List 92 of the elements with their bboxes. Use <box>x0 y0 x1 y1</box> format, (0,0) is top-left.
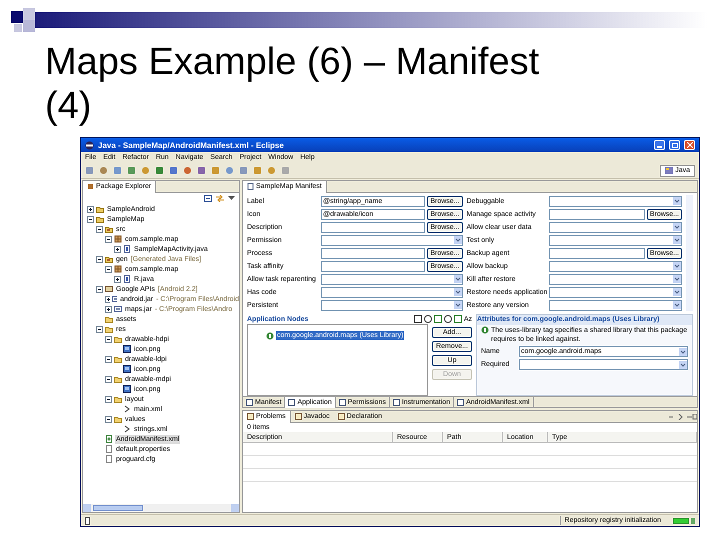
dropdown-arrow-icon <box>673 301 681 309</box>
dropdown-field[interactable] <box>548 286 682 298</box>
dropdown-arrow-icon <box>454 275 462 283</box>
xml-file-icon <box>123 425 131 433</box>
image-file-icon <box>123 365 131 373</box>
progress-icon <box>673 518 695 524</box>
collapse-toggle-icon[interactable] <box>105 376 112 382</box>
slide-title: Maps Example (6) – Manifest (4) <box>45 40 540 128</box>
collapse-toggle-icon[interactable] <box>105 396 112 402</box>
horizontal-scrollbar[interactable] <box>83 504 239 512</box>
expand-toggle-icon[interactable] <box>105 306 112 312</box>
page-icon <box>392 398 400 406</box>
java-file-icon <box>123 275 131 283</box>
dropdown-field[interactable] <box>548 196 682 206</box>
library-node-icon <box>481 326 489 334</box>
dropdown-field[interactable] <box>548 274 682 284</box>
collapse-toggle-icon[interactable] <box>96 226 103 232</box>
dropdown-arrow-icon <box>673 288 681 296</box>
xml-file-icon <box>123 405 131 413</box>
dropdown-arrow-icon <box>454 236 462 244</box>
maximize-button[interactable] <box>669 140 680 150</box>
manifest-file-icon <box>105 435 113 443</box>
source-folder-icon <box>105 225 113 233</box>
collapse-toggle-icon[interactable] <box>96 286 103 292</box>
collapse-toggle-icon[interactable] <box>96 326 103 332</box>
dropdown-arrow-icon <box>454 288 462 296</box>
input-field[interactable] <box>321 260 426 272</box>
library-icon <box>105 285 113 293</box>
collapse-toggle-icon[interactable] <box>105 236 112 242</box>
view-icon <box>338 413 345 420</box>
view-menu-icon[interactable] <box>228 196 235 201</box>
dropdown-arrow-icon <box>673 223 681 231</box>
folder-icon <box>114 375 122 383</box>
expand-toggle-icon[interactable] <box>87 206 94 212</box>
dropdown-field[interactable] <box>321 286 462 298</box>
folder-icon <box>114 395 122 403</box>
collapse-toggle-icon[interactable] <box>105 336 112 342</box>
dropdown-field[interactable] <box>321 234 462 246</box>
view-icon <box>294 413 302 420</box>
perspective-icon <box>665 167 674 174</box>
dropdown-arrow-icon <box>454 301 462 309</box>
dropdown-arrow-icon <box>673 197 681 205</box>
input-field[interactable] <box>548 208 645 220</box>
dropdown-arrow-icon <box>673 275 681 283</box>
window-title: Java - SampleMap/AndroidManifest.xml - Eclipse <box>98 140 284 150</box>
page-icon <box>457 398 464 406</box>
dropdown-field[interactable] <box>321 300 462 310</box>
input-field[interactable] <box>321 222 426 232</box>
collapse-all-icon[interactable] <box>204 195 212 202</box>
folder-icon <box>114 355 122 363</box>
jar-icon <box>114 305 122 313</box>
view-controls-icon[interactable] <box>667 414 697 420</box>
collapse-toggle-icon[interactable] <box>105 356 112 362</box>
dropdown-arrow-icon <box>673 236 681 244</box>
collapse-toggle-icon[interactable] <box>105 416 112 422</box>
expand-toggle-icon[interactable] <box>114 246 121 252</box>
dropdown-field[interactable] <box>548 260 682 272</box>
eclipse-logo-icon <box>85 140 94 150</box>
view-icon <box>247 413 254 420</box>
dropdown-arrow-icon <box>679 348 687 356</box>
package-icon <box>114 235 122 243</box>
expand-toggle-icon[interactable] <box>114 276 121 282</box>
dropdown-field[interactable] <box>321 274 462 284</box>
page-icon <box>246 398 253 406</box>
dropdown-arrow-icon <box>679 360 687 368</box>
collapse-toggle-icon[interactable] <box>87 216 94 222</box>
close-button[interactable] <box>684 140 695 150</box>
dropdown-field[interactable] <box>519 359 688 370</box>
library-node-icon <box>266 332 274 340</box>
fast-view-icon[interactable] <box>85 516 91 524</box>
collapse-toggle-icon[interactable] <box>96 256 103 262</box>
expand-toggle-icon[interactable] <box>105 296 110 302</box>
package-icon <box>87 183 94 190</box>
page-icon <box>338 398 346 406</box>
dropdown-field[interactable] <box>548 222 682 232</box>
dropdown-field[interactable] <box>548 234 682 246</box>
page-icon <box>288 398 296 406</box>
input-field[interactable] <box>548 248 645 258</box>
minimize-button[interactable] <box>654 140 665 150</box>
image-file-icon <box>123 385 131 393</box>
dropdown-arrow-icon <box>673 262 681 270</box>
image-file-icon <box>123 345 131 353</box>
java-file-icon <box>123 245 131 253</box>
input-field[interactable] <box>321 248 426 258</box>
android-file-icon <box>247 183 254 190</box>
link-arrows-icon[interactable] <box>216 195 224 202</box>
folder-icon <box>114 415 122 423</box>
package-icon <box>114 265 122 273</box>
collapse-toggle-icon[interactable] <box>105 266 112 272</box>
source-folder-icon <box>105 255 113 263</box>
jar-icon <box>112 295 118 303</box>
dropdown-field[interactable] <box>548 300 682 310</box>
